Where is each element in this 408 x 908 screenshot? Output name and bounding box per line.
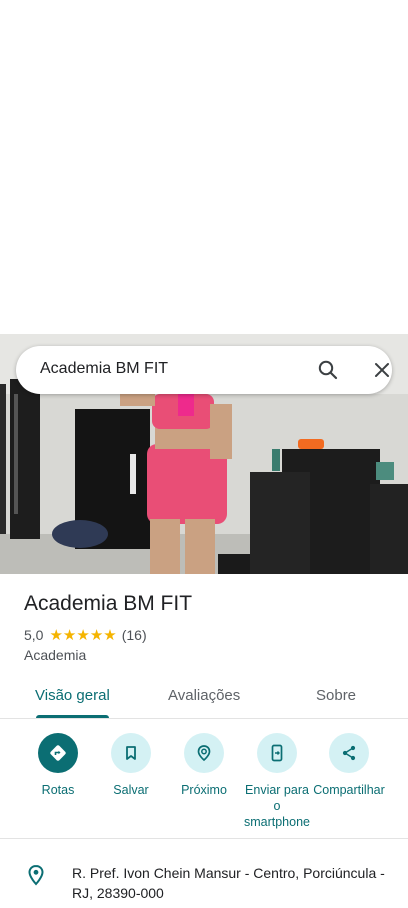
send-to-phone-button[interactable]: Enviar para o smartphone [240,733,314,830]
address-row[interactable]: R. Pref. Ivon Chein Mansur - Centro, Por… [0,855,408,905]
tab-overview[interactable]: Visão geral [35,687,110,704]
nearby-label: Próximo [181,783,227,797]
star-icon: ★ [76,626,90,644]
tab-about[interactable]: Sobre [316,687,356,704]
location-pin-icon [24,863,48,887]
bookmark-icon [111,733,151,773]
rating-row[interactable]: 5,0 ★ ★ ★ ★ ★ (16) [24,626,147,644]
share-button[interactable]: Compartilhar [312,733,386,798]
nearby-icon [184,733,224,773]
share-icon [329,733,369,773]
directions-icon [38,733,78,773]
save-label: Salvar [113,783,149,797]
place-name: Academia BM FIT [24,592,193,615]
rating-value: 5,0 [24,627,44,643]
active-tab-indicator [36,715,109,718]
save-button[interactable]: Salvar [94,733,168,798]
share-label: Compartilhar [313,783,385,797]
tab-reviews[interactable]: Avaliações [168,687,240,704]
place-category: Academia [24,647,87,663]
address-text: R. Pref. Ivon Chein Mansur - Centro, Por… [72,865,385,901]
send-to-phone-label: Enviar para o smartphone [243,783,310,829]
send-to-phone-icon [257,733,297,773]
star-icon: ★ [103,626,117,644]
section-divider [0,838,408,839]
close-icon[interactable] [370,358,394,382]
review-count[interactable]: (16) [122,627,147,643]
directions-label: Rotas [41,783,75,797]
search-input[interactable]: Academia BM FIT [40,360,168,378]
star-icon: ★ [62,626,77,644]
map-area[interactable] [0,0,408,334]
star-icon: ★ [89,626,104,644]
search-icon[interactable] [316,358,340,382]
nearby-button[interactable]: Próximo [167,733,241,798]
directions-button[interactable]: Rotas [21,733,95,798]
star-rating: ★ ★ ★ ★ ★ [49,628,116,643]
star-icon: ★ [49,626,63,644]
search-bar[interactable]: Academia BM FIT [16,346,392,394]
tab-bar: Visão geral Avaliações Sobre [0,676,408,719]
